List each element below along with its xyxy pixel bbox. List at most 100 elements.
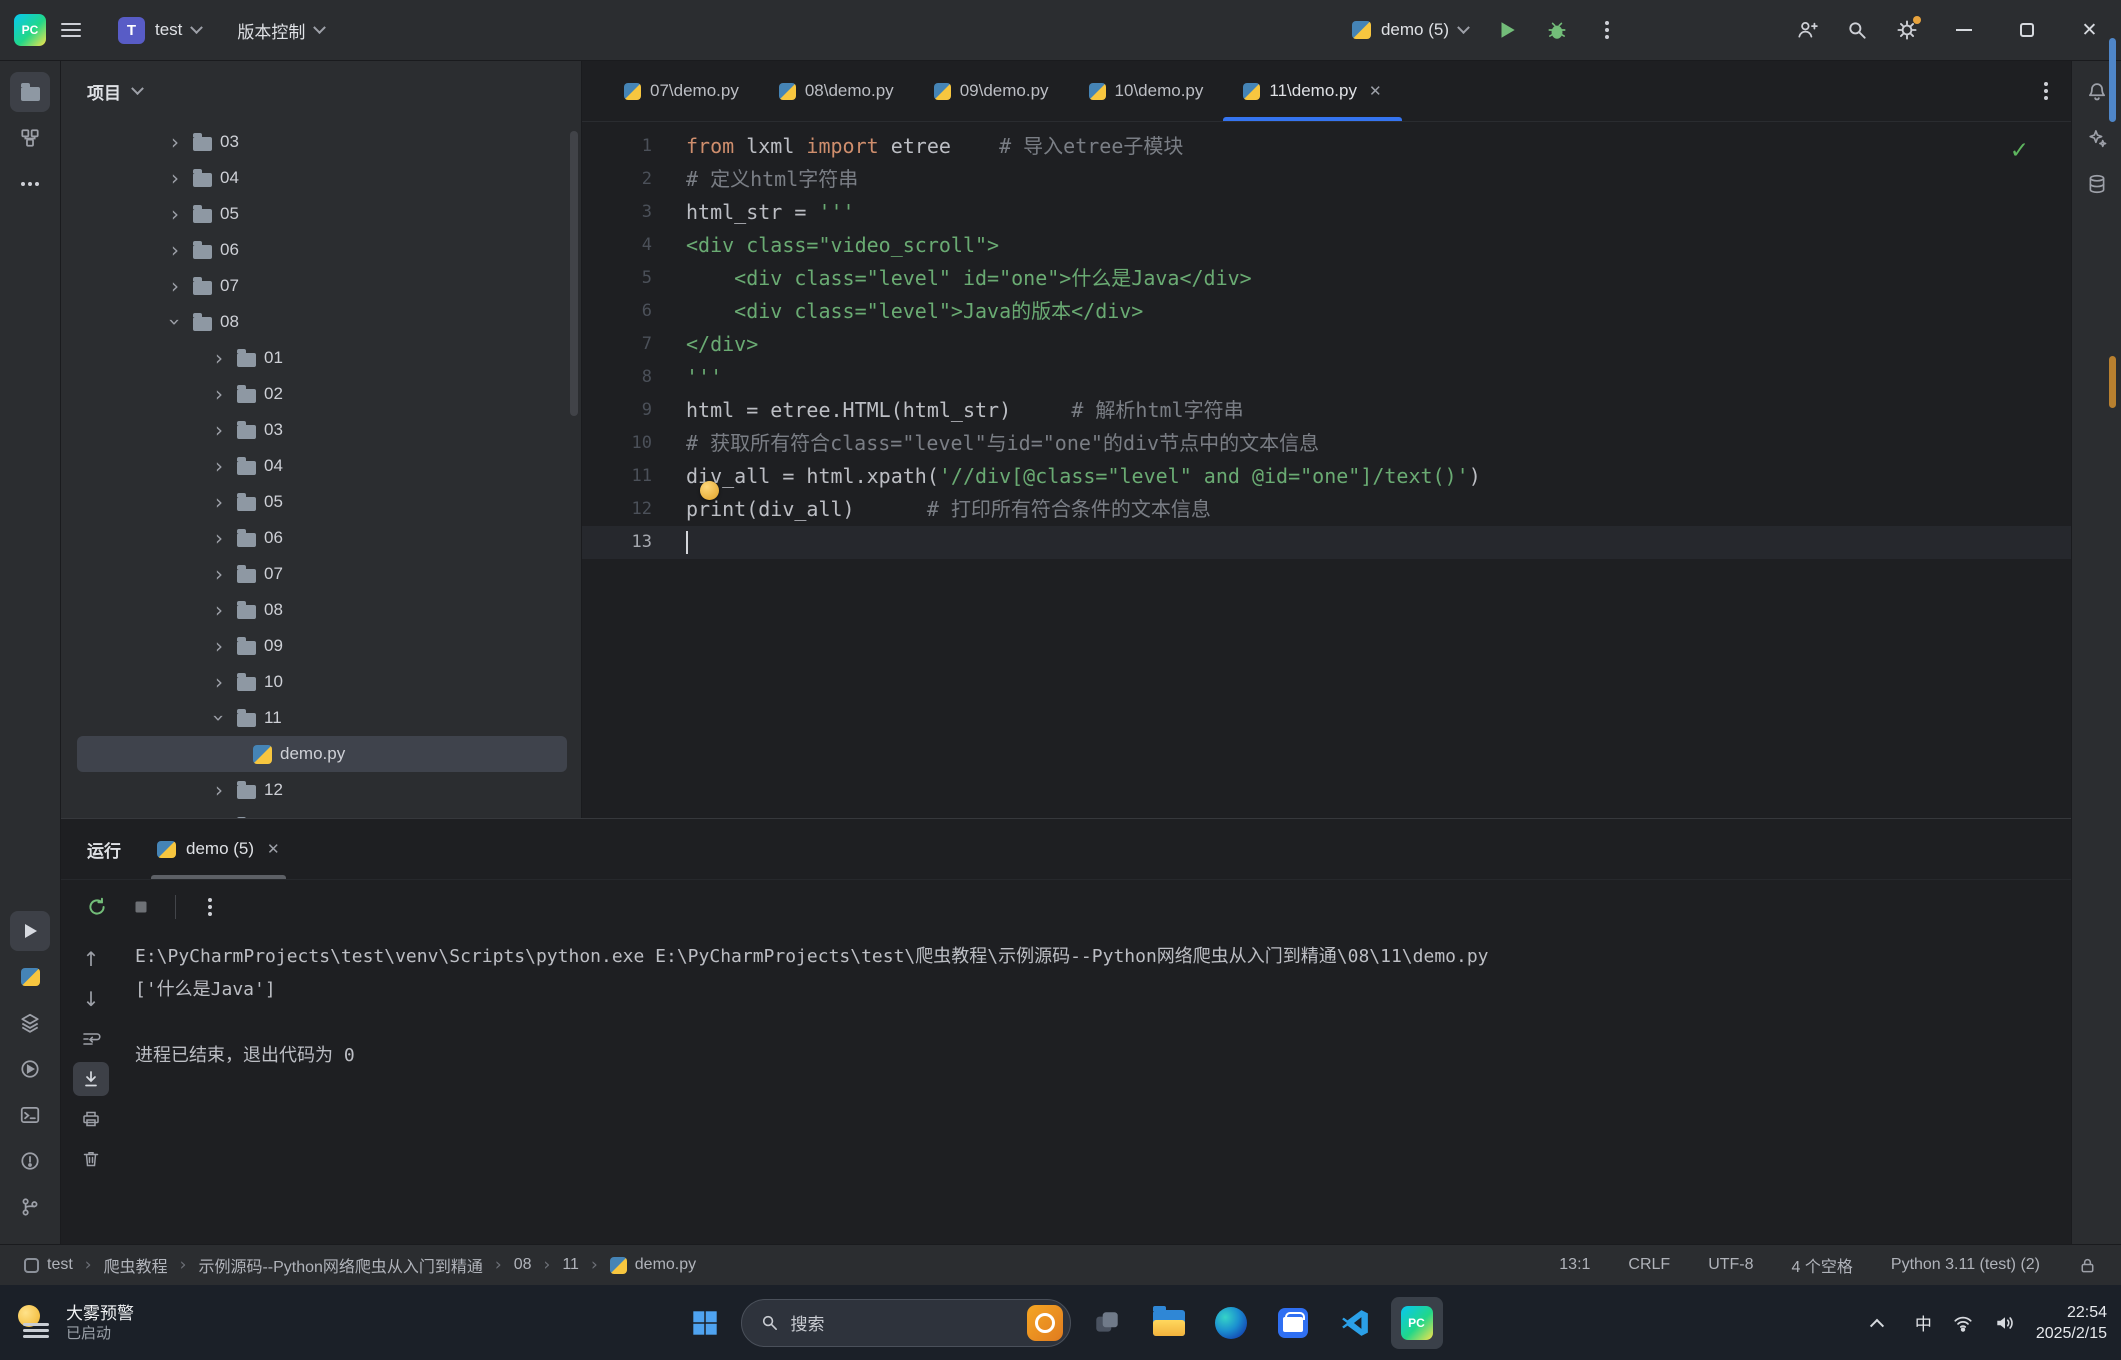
line-number[interactable]: 4: [582, 229, 686, 262]
debug-button[interactable]: [1535, 8, 1579, 52]
code-line[interactable]: 12print(div_all) # 打印所有符合条件的文本信息: [582, 493, 2071, 526]
chevron-down-icon[interactable]: ›: [165, 312, 185, 332]
tree-item-01[interactable]: ›01: [77, 340, 567, 376]
chevron-right-icon[interactable]: ›: [209, 492, 229, 512]
intention-bulb-icon[interactable]: [700, 481, 719, 500]
breadcrumb-item[interactable]: 08: [514, 1256, 532, 1274]
tree-item-05[interactable]: ›05: [77, 484, 567, 520]
tree-item-07[interactable]: ›07: [77, 268, 567, 304]
code-line[interactable]: 4<div class="video_scroll">: [582, 229, 2071, 262]
python-console-button[interactable]: [10, 957, 50, 997]
editor-tab[interactable]: 07\demo.py: [604, 61, 759, 121]
chevron-right-icon[interactable]: ›: [165, 240, 185, 260]
inspections-ok-icon[interactable]: ✓: [2010, 138, 2029, 164]
chevron-right-icon[interactable]: ›: [209, 600, 229, 620]
stop-button[interactable]: [123, 889, 159, 925]
code-line[interactable]: 13: [582, 526, 2071, 559]
run-button[interactable]: [1485, 8, 1529, 52]
tree-item-09[interactable]: ›09: [77, 628, 567, 664]
tree-item-07[interactable]: ›07: [77, 556, 567, 592]
editor-scrollbar-thumb[interactable]: [2109, 38, 2116, 122]
code-line[interactable]: 3html_str = ''': [582, 196, 2071, 229]
editor[interactable]: 1from lxml import etree # 导入etree子模块2# 定…: [582, 122, 2071, 818]
tree-item-12[interactable]: ›12: [77, 772, 567, 808]
settings-button[interactable]: [1885, 8, 1929, 52]
run-tab[interactable]: demo (5) ✕: [151, 819, 286, 879]
breadcrumb-item[interactable]: 11: [562, 1256, 579, 1274]
terminal-button[interactable]: [10, 1095, 50, 1135]
tree-item-demo-py[interactable]: demo.py: [77, 736, 567, 772]
clear-console-button[interactable]: [73, 1142, 109, 1176]
tab-close-icon[interactable]: ✕: [1369, 82, 1382, 100]
editor-tab[interactable]: 11\demo.py✕: [1223, 61, 1401, 121]
chevron-right-icon[interactable]: ›: [209, 384, 229, 404]
caret-position-widget[interactable]: 13:1: [1559, 1256, 1590, 1274]
line-number[interactable]: 12: [582, 493, 686, 526]
code-with-me-button[interactable]: [1785, 8, 1829, 52]
chevron-right-icon[interactable]: ›: [209, 672, 229, 692]
vscode-button[interactable]: [1329, 1297, 1381, 1349]
line-number[interactable]: 11: [582, 460, 686, 493]
line-number[interactable]: 6: [582, 295, 686, 328]
chevron-right-icon[interactable]: ›: [209, 564, 229, 584]
line-number[interactable]: 3: [582, 196, 686, 229]
rerun-button[interactable]: [79, 889, 115, 925]
problems-button[interactable]: [10, 1141, 50, 1181]
run-config-selector[interactable]: demo (5): [1338, 10, 1482, 50]
tree-item-13[interactable]: ›13: [77, 808, 567, 818]
taskbar-weather-widget[interactable]: 大雾预警 已启动: [16, 1303, 134, 1343]
structure-tool-button[interactable]: [10, 118, 50, 158]
run-more-options-button[interactable]: [192, 889, 228, 925]
editor-tab[interactable]: 09\demo.py: [914, 61, 1069, 121]
code-line[interactable]: 10# 获取所有符合class="level"与id="one"的div节点中的…: [582, 427, 2071, 460]
tree-item-04[interactable]: ›04: [77, 448, 567, 484]
tree-item-02[interactable]: ›02: [77, 376, 567, 412]
microsoft-store-button[interactable]: [1267, 1297, 1319, 1349]
pycharm-taskbar-button[interactable]: PC: [1391, 1297, 1443, 1349]
file-explorer-button[interactable]: [1143, 1297, 1195, 1349]
more-actions-button[interactable]: [1585, 8, 1629, 52]
prev-occurrence-button[interactable]: ↑: [73, 942, 109, 976]
chevron-down-icon[interactable]: ›: [209, 708, 229, 728]
chevron-right-icon[interactable]: ›: [209, 348, 229, 368]
readonly-lock-button[interactable]: [2078, 1256, 2097, 1275]
main-menu-button[interactable]: [49, 8, 93, 52]
minimize-button[interactable]: [1932, 0, 1995, 60]
line-number[interactable]: 13: [582, 526, 686, 559]
tree-item-08[interactable]: ›08: [77, 304, 567, 340]
tree-item-04[interactable]: ›04: [77, 160, 567, 196]
tree-item-10[interactable]: ›10: [77, 664, 567, 700]
ime-indicator[interactable]: 中: [1915, 1310, 1932, 1335]
scrollbar-thumb[interactable]: [570, 131, 578, 416]
editor-tab[interactable]: 10\demo.py: [1069, 61, 1224, 121]
tree-item-03[interactable]: ›03: [77, 124, 567, 160]
project-tool-button[interactable]: [10, 72, 50, 112]
breadcrumb-item[interactable]: test: [24, 1256, 73, 1274]
taskbar-clock[interactable]: 22:54 2025/2/15: [2036, 1302, 2107, 1344]
tree-item-11[interactable]: ›11: [77, 700, 567, 736]
chevron-right-icon[interactable]: ›: [165, 132, 185, 152]
line-number[interactable]: 10: [582, 427, 686, 460]
line-ending-widget[interactable]: CRLF: [1628, 1256, 1670, 1274]
code-line[interactable]: 1from lxml import etree # 导入etree子模块: [582, 130, 2071, 163]
project-panel-title[interactable]: 项目: [87, 79, 121, 104]
code-line[interactable]: 7</div>: [582, 328, 2071, 361]
taskbar-search-box[interactable]: 搜索: [741, 1299, 1071, 1347]
tree-item-06[interactable]: ›06: [77, 520, 567, 556]
line-number[interactable]: 5: [582, 262, 686, 295]
search-highlight-icon[interactable]: [1027, 1305, 1063, 1341]
chevron-right-icon[interactable]: ›: [209, 420, 229, 440]
chevron-right-icon[interactable]: ›: [209, 636, 229, 656]
run-panel-title[interactable]: 运行: [87, 837, 121, 862]
line-number[interactable]: 2: [582, 163, 686, 196]
volume-icon[interactable]: [1994, 1312, 2016, 1334]
code-line[interactable]: 9html = etree.HTML(html_str) # 解析html字符串: [582, 394, 2071, 427]
line-number[interactable]: 8: [582, 361, 686, 394]
breadcrumb-item[interactable]: 爬虫教程: [104, 1253, 168, 1277]
project-widget[interactable]: T test: [104, 10, 215, 50]
chevron-right-icon[interactable]: ›: [165, 276, 185, 296]
version-control-button[interactable]: [10, 1187, 50, 1227]
soft-wrap-button[interactable]: [73, 1022, 109, 1056]
ai-assistant-button[interactable]: [2077, 118, 2117, 158]
maximize-button[interactable]: [1995, 0, 2058, 60]
